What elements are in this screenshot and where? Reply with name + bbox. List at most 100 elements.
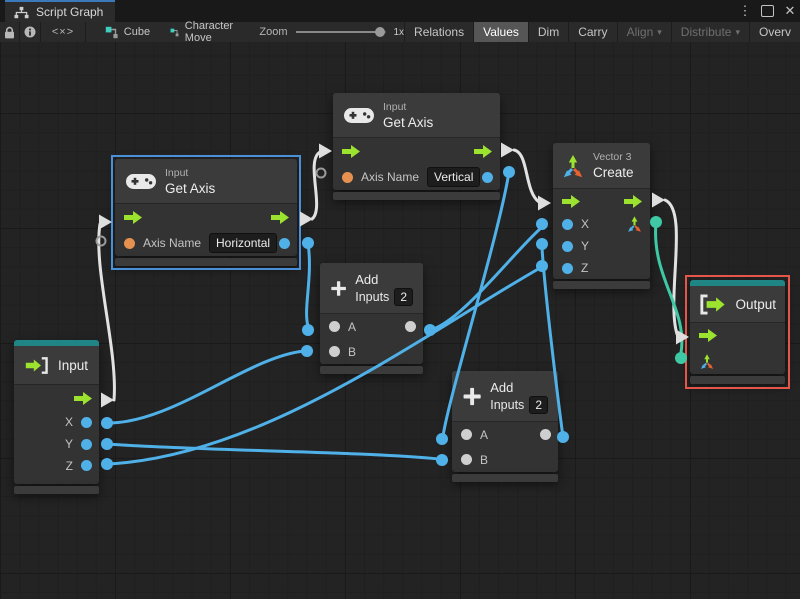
- flow-out-row: [14, 385, 99, 411]
- inputs-label: Inputs: [490, 397, 525, 412]
- view-button-label: Overv: [759, 25, 792, 39]
- port-x-in[interactable]: [562, 218, 573, 230]
- node-subtitle: Input: [165, 166, 189, 179]
- view-button-relations[interactable]: Relations: [404, 22, 473, 42]
- node-footer: [115, 258, 297, 266]
- node-subtitle: Input: [383, 100, 407, 113]
- add-icon: [331, 280, 346, 296]
- view-button-align[interactable]: Align ▾: [616, 22, 671, 42]
- graph-breadcrumbs: Cube Character Move: [95, 20, 248, 44]
- node-footer: [690, 376, 785, 384]
- port-row-a: A: [320, 314, 423, 339]
- output-event-icon: [700, 294, 725, 314]
- port-sum-out[interactable]: [405, 321, 416, 332]
- view-button-label: Align: [626, 25, 654, 39]
- port-a-in[interactable]: [461, 429, 472, 440]
- port-axis-name-in[interactable]: [342, 171, 353, 183]
- graph-button-label: Cube: [123, 26, 151, 38]
- maximize-icon[interactable]: [761, 5, 774, 17]
- port-row-b: B: [320, 339, 423, 364]
- view-button-label: Distribute: [680, 25, 732, 39]
- zoom-label: Zoom: [259, 26, 288, 38]
- lock-button[interactable]: [0, 22, 20, 42]
- node-footer: [14, 486, 99, 494]
- flow-row: [115, 204, 297, 230]
- node-title: Create: [593, 165, 634, 180]
- port-y-out[interactable]: [81, 438, 92, 450]
- port-value-out[interactable]: [279, 237, 290, 249]
- unity-script-graph-window: Script Graph ⋮ ✕ <×> Cube Character Move…: [0, 0, 800, 599]
- inputs-label: Inputs: [355, 289, 390, 304]
- vector3-input-port-icon[interactable]: [699, 353, 715, 370]
- zoom-slider[interactable]: [296, 27, 387, 37]
- node-get-axis-horizontal[interactable]: Input Get Axis Axis Name Horizontal: [111, 155, 301, 270]
- port-row-y: Y: [14, 433, 99, 455]
- view-button-label: Carry: [578, 25, 608, 39]
- node-add-2[interactable]: Add Inputs 2 A B: [452, 371, 558, 482]
- tab-script-graph[interactable]: Script Graph: [5, 0, 116, 22]
- view-button-carry[interactable]: Carry: [568, 22, 616, 42]
- node-output[interactable]: Output: [685, 275, 790, 389]
- zoom-slider-handle[interactable]: [375, 27, 386, 37]
- port-sum-out[interactable]: [540, 429, 551, 440]
- tab-bar: Script Graph ⋮ ✕: [0, 0, 800, 22]
- info-button[interactable]: [20, 22, 42, 42]
- view-button-dim[interactable]: Dim: [527, 22, 568, 42]
- window-controls: ⋮ ✕: [738, 0, 797, 22]
- vector3-result-port-icon[interactable]: [626, 215, 643, 233]
- node-title: Get Axis: [165, 180, 216, 196]
- node-footer: [320, 366, 423, 374]
- port-z-out[interactable]: [81, 460, 92, 471]
- view-button-label: Dim: [537, 25, 560, 39]
- lock-icon: [4, 26, 14, 38]
- view-button-values[interactable]: Values: [473, 22, 528, 42]
- node-add-1[interactable]: Add Inputs 2 A B: [320, 263, 423, 374]
- port-a-in[interactable]: [329, 321, 340, 332]
- port-x-out[interactable]: [81, 416, 92, 428]
- axis-name-row: Axis Name Vertical: [333, 164, 500, 190]
- tab-title: Script Graph: [36, 5, 104, 19]
- close-icon[interactable]: ✕: [783, 0, 797, 22]
- node-input[interactable]: Input X Y Z: [14, 340, 99, 494]
- graph-button-label: Character Move: [184, 20, 234, 44]
- axis-name-field[interactable]: Vertical: [427, 167, 481, 187]
- flow-out-arrow-icon: [474, 144, 492, 158]
- port-row-z: Z: [14, 455, 99, 476]
- graph-button-character-move[interactable]: Character Move: [160, 20, 247, 44]
- flow-out-arrow-icon: [74, 391, 92, 405]
- port-b-in[interactable]: [461, 454, 472, 465]
- inputs-count-field[interactable]: 2: [529, 395, 548, 414]
- node-get-axis-vertical[interactable]: Input Get Axis Axis Name Vertical: [333, 93, 500, 200]
- port-z-in[interactable]: [562, 262, 573, 274]
- add-icon: [463, 387, 481, 405]
- node-footer: [452, 474, 558, 482]
- port-row-a: A: [452, 422, 558, 447]
- port-b-in[interactable]: [329, 346, 340, 357]
- flow-out-arrow-icon: [271, 210, 289, 224]
- node-subtitle: Vector 3: [593, 151, 632, 163]
- code-view-button[interactable]: <×>: [41, 22, 86, 42]
- port-row-x: X: [553, 213, 650, 235]
- inputs-count-field[interactable]: 2: [394, 287, 413, 306]
- zoom-value: 1x: [393, 26, 405, 38]
- port-value-out[interactable]: [482, 171, 493, 183]
- flow-out-arrow-icon: [624, 194, 642, 208]
- flow-in-arrow-icon: [124, 210, 142, 224]
- node-footer: [333, 192, 500, 200]
- port-row-x: X: [14, 411, 99, 433]
- port-y-in[interactable]: [562, 240, 573, 252]
- view-button-overv[interactable]: Overv: [749, 22, 800, 42]
- node-vector3-create[interactable]: Vector 3 Create X Y Z: [553, 143, 650, 289]
- menu-icon[interactable]: ⋮: [738, 0, 752, 22]
- node-title: Add: [355, 271, 379, 287]
- axis-name-field[interactable]: Horizontal: [209, 233, 278, 253]
- port-row-b: B: [452, 447, 558, 472]
- graph-toolbar: <×> Cube Character Move Zoom 1x Relation…: [0, 20, 800, 44]
- view-button-label: Values: [483, 25, 519, 39]
- port-axis-name-in[interactable]: [124, 237, 135, 249]
- graph-button-cube[interactable]: Cube: [95, 22, 160, 42]
- graph-asset-icon: [105, 26, 118, 38]
- dropdown-caret-icon: ▾: [657, 26, 662, 37]
- view-button-distribute[interactable]: Distribute ▾: [670, 22, 749, 42]
- value-in-row: [690, 348, 785, 374]
